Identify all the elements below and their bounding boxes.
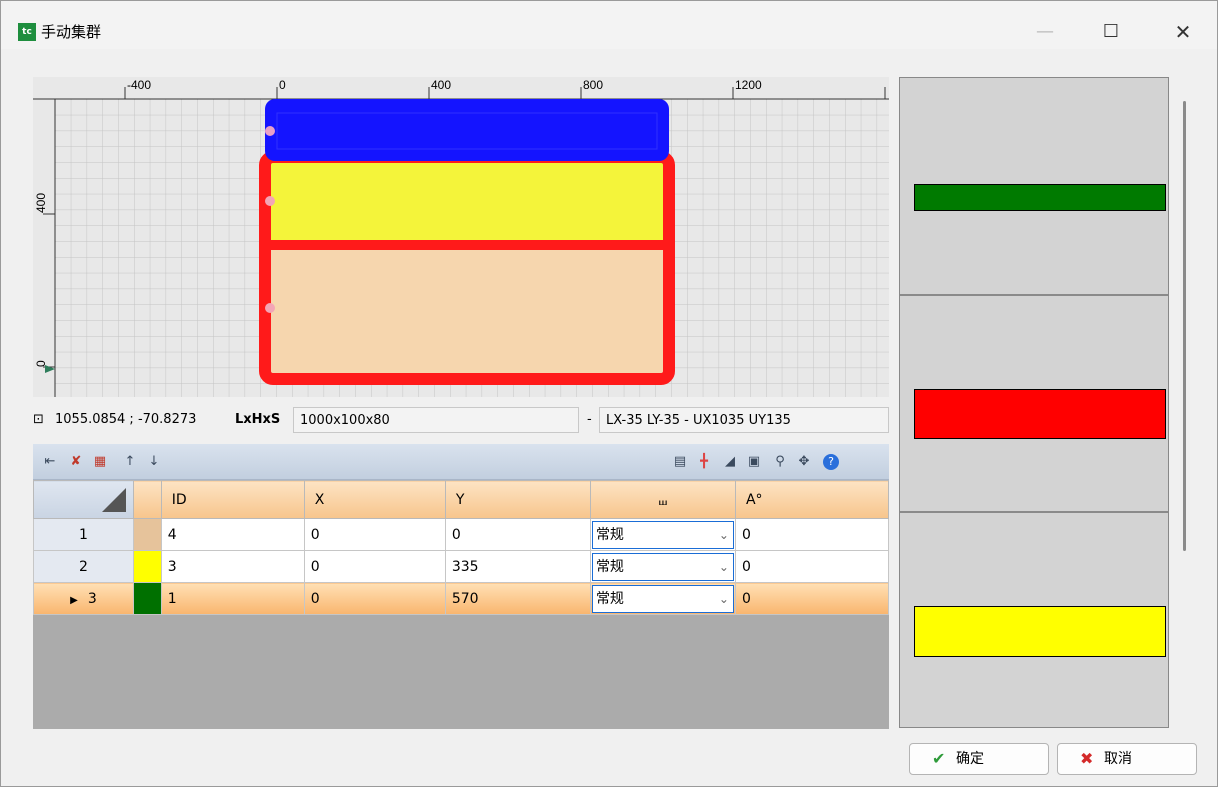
part-4[interactable] <box>271 247 663 375</box>
part-1[interactable] <box>265 99 669 161</box>
window-title: 手动集群 <box>41 23 102 41</box>
cell-mode: 常规 ⌄ <box>589 582 736 615</box>
move-up-icon[interactable]: ↑ <box>121 453 139 471</box>
chevron-down-icon: ⌄ <box>718 559 729 574</box>
delete-table-icon[interactable]: ▦ <box>91 453 109 471</box>
x-tick-label: 400 <box>431 78 451 92</box>
status-row: ⊡ 1055.0854 ; -70.8273 LxHxS 1000x100x80… <box>33 407 889 435</box>
title-bar: tc 手动集群 — ☐ ✕ <box>1 1 1217 49</box>
zoom-pan-icon[interactable]: ✥ <box>795 453 813 471</box>
remove-row-icon[interactable]: ✘ <box>67 453 85 471</box>
cell-mode: 常规 ⌄ <box>589 518 736 551</box>
dialog-window: tc 手动集群 — ☐ ✕ -400 0 400 800 1200 400 0 … <box>0 0 1218 787</box>
row-color-swatch <box>132 582 162 615</box>
canvas-svg: -400 0 400 800 1200 400 0 <box>33 78 889 397</box>
app-icon: tc <box>18 23 36 41</box>
cell-y[interactable]: 335 <box>444 550 591 583</box>
bounds-value: LX-35 LY-35 - UX1035 UY135 <box>599 407 889 433</box>
mode-select[interactable]: 常规 ⌄ <box>591 584 734 613</box>
cell-angle[interactable]: 0 <box>734 550 889 583</box>
col-header-id[interactable]: ID <box>160 480 305 519</box>
col-header-y[interactable]: Y <box>444 480 591 519</box>
cursor-coordinates: 1055.0854 ; -70.8273 <box>55 412 197 427</box>
maximize-icon[interactable]: ☐ <box>1091 15 1131 49</box>
select-all-corner[interactable] <box>33 480 134 519</box>
dims-label: LxHxS <box>235 412 281 427</box>
panel-divider <box>900 294 1168 296</box>
close-icon[interactable]: ✕ <box>1163 15 1203 49</box>
chevron-down-icon: ⌄ <box>718 591 729 606</box>
zoom-fit-icon[interactable]: ▣ <box>745 453 763 471</box>
cell-y[interactable]: 570 <box>444 582 591 615</box>
cell-x[interactable]: 0 <box>303 550 446 583</box>
ok-button[interactable]: ✔ 确定 <box>909 743 1049 775</box>
cell-angle[interactable]: 0 <box>734 582 889 615</box>
stack-layer-green[interactable] <box>914 184 1166 211</box>
stack-layer-red[interactable] <box>914 389 1166 439</box>
table-row[interactable]: 1 4 0 0 常规 ⌄ 0 <box>33 518 889 551</box>
shade-icon[interactable]: ◢ <box>721 453 739 471</box>
current-row-icon: ▶ <box>70 594 78 606</box>
cell-id[interactable]: 1 <box>160 582 305 615</box>
align-left-icon[interactable]: ⇤ <box>41 453 59 471</box>
minimize-icon[interactable]: — <box>1025 15 1065 49</box>
zoom-in-icon[interactable]: ⚲ <box>771 453 789 471</box>
coordinate-icon: ⊡ <box>33 412 44 427</box>
cell-x[interactable]: 0 <box>303 582 446 615</box>
col-header-rotation-mode[interactable]: ⧢ <box>589 480 736 519</box>
x-tick-label: -400 <box>127 78 151 92</box>
grid-toolbar: ⇤ ✘ ▦ ↑ ↓ ▤ ╋ ◢ ▣ ⚲ ✥ ? <box>33 444 889 480</box>
data-grid: ID X Y ⧢ A° 1 4 0 0 常规 ⌄ 0 2 3 0 335 常规 … <box>33 480 889 729</box>
row-number[interactable]: 2 <box>33 550 134 583</box>
row-color-swatch <box>132 550 162 583</box>
col-header-x[interactable]: X <box>303 480 446 519</box>
crosshair-icon[interactable]: ╋ <box>695 453 713 471</box>
mode-select[interactable]: 常规 ⌄ <box>591 552 734 581</box>
chevron-down-icon: ⌄ <box>718 527 729 542</box>
col-header-angle[interactable]: A° <box>734 480 889 519</box>
table-row[interactable]: 2 3 0 335 常规 ⌄ 0 <box>33 550 889 583</box>
row-number[interactable]: ▶ 3 <box>33 582 134 615</box>
stack-layer-yellow[interactable] <box>914 606 1166 657</box>
panel-divider <box>900 511 1168 513</box>
x-tick-label: 0 <box>279 78 286 92</box>
move-down-icon[interactable]: ↓ <box>145 453 163 471</box>
cell-id[interactable]: 4 <box>160 518 305 551</box>
dims-value: 1000x100x80 <box>293 407 579 433</box>
row-number[interactable]: 1 <box>33 518 134 551</box>
part-3[interactable] <box>271 162 663 242</box>
cell-mode: 常规 ⌄ <box>589 550 736 583</box>
y-tick-label: 400 <box>34 193 48 213</box>
stack-preview-panel <box>899 77 1169 728</box>
x-tick-label: 1200 <box>735 78 762 92</box>
cell-x[interactable]: 0 <box>303 518 446 551</box>
origin-arrow-icon <box>45 365 55 373</box>
panel-scrollbar[interactable] <box>1183 101 1186 551</box>
split-horizontal-icon[interactable]: ▤ <box>671 453 689 471</box>
cancel-button[interactable]: ✖ 取消 <box>1057 743 1197 775</box>
layout-canvas[interactable]: -400 0 400 800 1200 400 0 <box>33 77 889 397</box>
help-icon[interactable]: ? <box>823 454 839 470</box>
parts-table: ID X Y ⧢ A° 1 4 0 0 常规 ⌄ 0 2 3 0 335 常规 … <box>33 480 889 615</box>
cell-id[interactable]: 3 <box>160 550 305 583</box>
header-row: ID X Y ⧢ A° <box>33 480 889 519</box>
rotation-mode-icon: ⧢ <box>658 489 668 509</box>
x-tick-label: 800 <box>583 78 603 92</box>
check-icon: ✔ <box>932 749 946 768</box>
color-header <box>132 480 162 519</box>
mode-select[interactable]: 常规 ⌄ <box>591 520 734 549</box>
cross-icon: ✖ <box>1080 749 1094 768</box>
row-color-swatch <box>132 518 162 551</box>
cell-y[interactable]: 0 <box>444 518 591 551</box>
table-row[interactable]: ▶ 3 1 0 570 常规 ⌄ 0 <box>33 582 889 615</box>
cell-angle[interactable]: 0 <box>734 518 889 551</box>
